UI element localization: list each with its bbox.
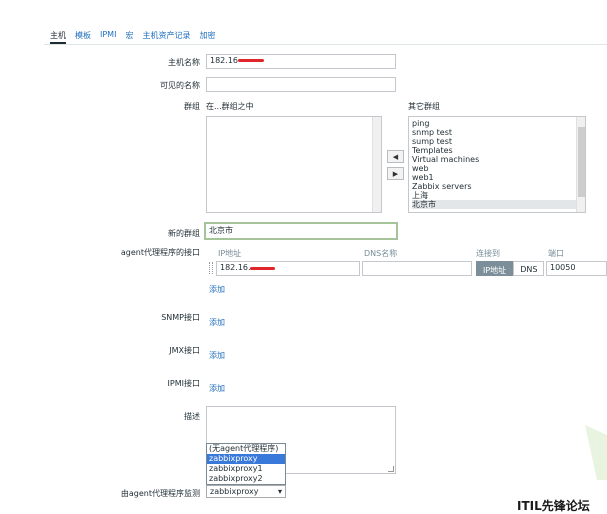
visible-name-input[interactable]: [206, 77, 396, 92]
other-group-item[interactable]: ping: [412, 119, 582, 128]
other-groups-list: ping snmp test sump test Templates Virtual m…: [409, 117, 585, 211]
new-group-value: 北京市: [209, 226, 233, 235]
new-group-input[interactable]: 北京市: [204, 222, 398, 240]
jmx-label: JMX接口: [169, 346, 200, 355]
redaction-mark: [238, 59, 264, 62]
description-label: 描述: [184, 412, 200, 421]
tab-bar: 主机 模板 IPMI 宏 主机资产记录 加密: [50, 30, 215, 44]
tab-divider: [44, 44, 607, 45]
proxy-option[interactable]: zabbixproxy2: [207, 474, 285, 484]
chevron-left-icon: ◀: [392, 152, 399, 161]
proxy-label: 由agent代理程序监测: [120, 489, 200, 498]
agent-ip-input[interactable]: 182.16.: [216, 261, 360, 276]
host-name-label: 主机名称: [168, 58, 200, 67]
proxy-option[interactable]: zabbixproxy1: [207, 464, 285, 474]
agent-dns-input[interactable]: [362, 261, 472, 276]
connect-ip-button[interactable]: IP地址: [476, 261, 514, 276]
agent-interface-label: agent代理程序的接口: [120, 248, 200, 257]
in-groups-listbox[interactable]: [206, 116, 382, 213]
other-group-item[interactable]: Virtual machines: [412, 155, 582, 164]
proxy-dropdown-list[interactable]: (无agent代理程序) zabbixproxy zabbixproxy1 zabbi…: [206, 443, 286, 485]
move-left-button[interactable]: ◀: [387, 150, 404, 163]
add-jmx-link[interactable]: 添加: [209, 350, 225, 361]
tab-macros[interactable]: 宏: [125, 30, 133, 44]
col-ip-header: IP地址: [218, 249, 242, 258]
other-group-item[interactable]: web1: [412, 173, 582, 182]
host-name-value: 182.16: [210, 56, 238, 65]
new-group-label: 新的群组: [168, 229, 200, 238]
agent-port-input[interactable]: 10050: [546, 261, 607, 276]
other-groups-listbox[interactable]: ping snmp test sump test Templates Virtual m…: [408, 116, 586, 213]
other-group-item[interactable]: 上海: [412, 191, 582, 200]
host-name-input[interactable]: 182.16: [206, 54, 396, 69]
col-port-header: 端口: [548, 249, 564, 258]
add-ipmi-link[interactable]: 添加: [209, 383, 225, 394]
in-groups-scrollbar[interactable]: [372, 117, 381, 212]
proxy-option[interactable]: zabbixproxy: [207, 454, 285, 464]
tab-inventory[interactable]: 主机资产记录: [142, 30, 190, 44]
other-group-item[interactable]: Templates: [412, 146, 582, 155]
chevron-down-icon: ▾: [277, 487, 282, 496]
drag-handle-icon[interactable]: [209, 262, 213, 274]
agent-ip-value: 182.16.: [220, 263, 251, 272]
snmp-label: SNMP接口: [161, 313, 200, 322]
ipmi-label: IPMI接口: [167, 379, 200, 388]
tab-ipmi[interactable]: IPMI: [100, 30, 116, 44]
agent-port-value: 10050: [550, 263, 576, 272]
other-groups-scrollbar[interactable]: [576, 117, 585, 212]
in-groups-label: 在...群组之中: [206, 102, 254, 111]
tab-templates[interactable]: 模板: [75, 30, 91, 44]
other-group-item[interactable]: 北京市: [412, 200, 582, 209]
col-connect-header: 连接到: [476, 249, 500, 258]
add-agent-interface-link[interactable]: 添加: [209, 284, 225, 295]
other-group-item[interactable]: snmp test: [412, 128, 582, 137]
other-group-item[interactable]: web: [412, 164, 582, 173]
groups-label: 群组: [184, 102, 200, 111]
col-dns-header: DNS名称: [364, 249, 398, 258]
redaction-mark: [250, 267, 275, 270]
tab-encryption[interactable]: 加密: [199, 30, 215, 44]
proxy-option[interactable]: (无agent代理程序): [207, 444, 285, 454]
connect-dns-button[interactable]: DNS: [513, 261, 545, 276]
move-right-button[interactable]: ▶: [387, 167, 404, 180]
other-groups-label: 其它群组: [408, 102, 440, 111]
other-group-item[interactable]: Zabbix servers: [412, 182, 582, 191]
connect-to-toggle: IP地址 DNS: [476, 261, 545, 276]
scrollbar-thumb[interactable]: [578, 127, 585, 197]
resize-grip-icon[interactable]: [388, 466, 394, 472]
decorative-shape: [585, 425, 607, 480]
watermark-text: ITIL先锋论坛: [517, 499, 590, 513]
chevron-right-icon: ▶: [392, 169, 399, 178]
add-snmp-link[interactable]: 添加: [209, 317, 225, 328]
other-group-item[interactable]: sump test: [412, 137, 582, 146]
proxy-selected-value: zabbixproxy: [210, 487, 259, 496]
visible-name-label: 可见的名称: [160, 81, 200, 90]
proxy-select[interactable]: zabbixproxy ▾: [206, 485, 286, 498]
tab-host[interactable]: 主机: [50, 30, 66, 44]
